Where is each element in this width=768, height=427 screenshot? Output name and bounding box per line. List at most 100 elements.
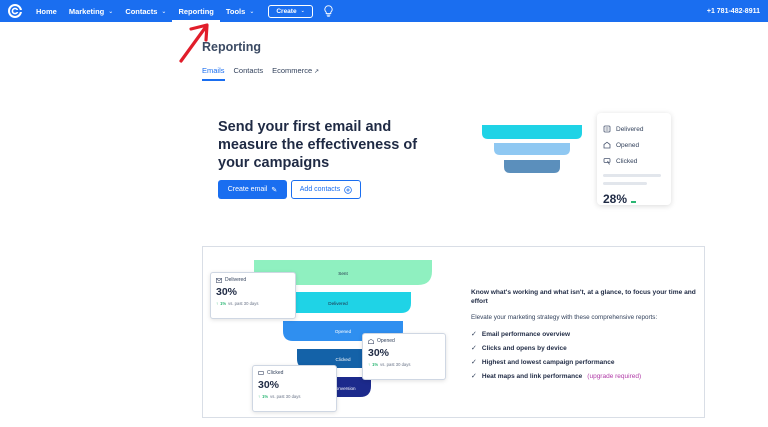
opened-card-value: 30% — [368, 347, 390, 359]
legend-percent-value: 28% — [603, 192, 628, 206]
tab-emails-label: Emails — [202, 66, 225, 75]
opened-card-header: Opened — [368, 338, 440, 344]
legend-clicked-label: Clicked — [616, 157, 638, 165]
funnel-opened-label: Opened — [335, 329, 352, 334]
feature-label: Email performance overview — [481, 330, 571, 338]
feature-label: Clicks and opens by device — [481, 344, 567, 352]
chevron-down-icon: ⌄ — [108, 8, 114, 15]
check-icon: ✓ — [471, 331, 477, 338]
hero-funnel-opened — [494, 143, 570, 155]
logo-icon[interactable] — [4, 0, 26, 22]
reports-preview-panel: Sent Delivered Opened Clicked Conversion… — [202, 246, 705, 418]
chevron-down-icon: ⌄ — [161, 8, 167, 15]
clicked-card-trend: ↑ 1% vs. past 30 days — [258, 394, 331, 399]
add-contacts-label: Add contacts — [299, 186, 341, 193]
delivered-stat-card: Delivered 30% ↑ 1% vs. past 30 days — [210, 272, 296, 319]
page-title: Reporting — [202, 40, 262, 54]
legend-clicked: Clicked — [603, 153, 665, 169]
tab-contacts-label: Contacts — [233, 66, 264, 75]
feature-label: Heat maps and link performance — [481, 372, 583, 380]
nav-tools-label: Tools — [225, 6, 246, 16]
pencil-icon: ✎ — [271, 186, 278, 194]
chevron-down-icon: ⌄ — [300, 8, 305, 14]
funnel-sent-label: Sent — [338, 271, 348, 276]
create-button-label: Create — [276, 7, 297, 15]
funnel-delivered-label: Delivered — [328, 301, 348, 306]
cursor-click-icon — [258, 370, 264, 375]
check-icon: ✓ — [471, 373, 477, 380]
opened-card-trend: ↑ 1% vs. past 30 days — [368, 362, 440, 367]
legend-opened: Opened — [603, 137, 665, 153]
hero-funnel-delivered — [482, 125, 582, 139]
legend-percent: 28% — [603, 192, 665, 206]
delivered-icon — [603, 125, 611, 133]
plus-circle-icon — [344, 185, 353, 194]
legend-opened-label: Opened — [616, 141, 640, 149]
add-contacts-button[interactable]: Add contacts — [291, 180, 361, 199]
clicked-card-value: 30% — [258, 379, 280, 391]
check-icon: ✓ — [471, 359, 477, 366]
nav-reporting-label: Reporting — [178, 6, 214, 16]
nav-contacts-label: Contacts — [125, 6, 158, 16]
hero-title: Send your first email and measure the ef… — [218, 119, 418, 171]
delivered-trend-value: 1% — [220, 301, 227, 306]
reports-info: Know what's working and what isn't, at a… — [471, 288, 696, 383]
nav-marketing[interactable]: Marketing ⌄ — [63, 0, 119, 22]
nav-home[interactable]: Home — [30, 0, 63, 22]
trend-up-icon: ↑ — [368, 362, 371, 367]
trend-up-icon: ↑ — [216, 301, 219, 306]
opened-trend-text: vs. past 30 days — [380, 362, 411, 367]
list-item: ✓ Clicks and opens by device — [471, 341, 696, 355]
trend-dash-icon — [631, 201, 637, 203]
info-subheading: Elevate your marketing strategy with the… — [471, 314, 658, 321]
list-item: ✓ Email performance overview — [471, 327, 696, 341]
delivered-card-trend: ↑ 1% vs. past 30 days — [216, 301, 290, 306]
nav-reporting[interactable]: Reporting — [172, 0, 221, 22]
phone-number[interactable]: +1 781-482-8911 — [707, 0, 760, 22]
funnel-clicked-label: Clicked — [335, 357, 351, 362]
delivered-trend-text: vs. past 30 days — [228, 301, 259, 306]
check-icon: ✓ — [471, 345, 477, 352]
clicked-card-header: Clicked — [258, 370, 331, 376]
tab-ecommerce-label: Ecommerce — [272, 66, 313, 75]
lightbulb-icon[interactable] — [323, 4, 335, 18]
external-link-icon: ↗ — [314, 69, 320, 75]
legend-delivered: Delivered — [603, 121, 665, 137]
tab-contacts[interactable]: Contacts — [234, 66, 264, 81]
info-feature-list: ✓ Email performance overview ✓ Clicks and … — [471, 327, 696, 383]
opened-trend-value: 1% — [372, 362, 379, 367]
envelope-icon — [216, 277, 222, 283]
opened-stat-card: Opened 30% ↑ 1% vs. past 30 days — [362, 333, 446, 380]
create-email-label: Create email — [227, 186, 268, 193]
legend-delivered-label: Delivered — [616, 125, 644, 133]
delivered-card-value: 30% — [216, 286, 238, 298]
clicked-stat-card: Clicked 30% ↑ 1% vs. past 30 days — [252, 365, 337, 412]
opened-card-label: Opened — [377, 338, 395, 344]
top-nav: Home Marketing ⌄ Contacts ⌄ Reporting Tool… — [0, 0, 768, 22]
cursor-click-icon — [603, 158, 611, 165]
upgrade-required-link[interactable]: (upgrade required) — [587, 373, 641, 380]
clicked-trend-value: 1% — [262, 394, 269, 399]
legend-placeholder-bar — [603, 174, 661, 177]
feature-label: Highest and lowest campaign performance — [481, 358, 615, 366]
create-button[interactable]: Create ⌄ — [268, 4, 313, 18]
create-email-button[interactable]: Create email ✎ — [218, 180, 287, 199]
envelope-open-icon — [603, 141, 611, 149]
clicked-trend-text: vs. past 30 days — [270, 394, 301, 399]
tab-emails[interactable]: Emails — [202, 66, 225, 81]
delivered-card-label: Delivered — [225, 277, 247, 283]
trend-up-icon: ↑ — [258, 394, 261, 399]
tab-ecommerce[interactable]: Ecommerce ↗ — [272, 66, 319, 81]
nav-marketing-label: Marketing — [68, 6, 105, 16]
report-tabs: Emails Contacts Ecommerce ↗ — [202, 66, 319, 81]
clicked-card-label: Clicked — [267, 370, 284, 376]
nav-tools[interactable]: Tools ⌄ — [220, 0, 260, 22]
envelope-open-icon — [368, 338, 374, 344]
hero-funnel-clicked — [504, 160, 560, 173]
chevron-down-icon: ⌄ — [249, 8, 255, 15]
list-item: ✓ Heat maps and link performance (upgrade … — [471, 369, 696, 383]
nav-contacts[interactable]: Contacts ⌄ — [119, 0, 172, 22]
legend-placeholder-bar — [603, 182, 647, 185]
hero-funnel-graphic — [482, 125, 582, 173]
nav-home-label: Home — [36, 6, 57, 16]
